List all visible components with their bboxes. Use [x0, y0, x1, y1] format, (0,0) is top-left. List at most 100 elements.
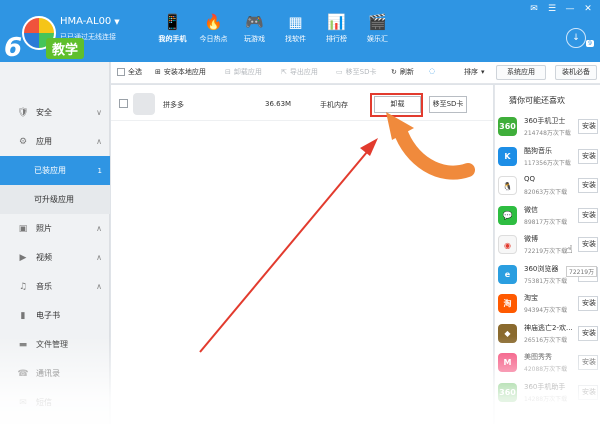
sidebar-item-file-manager[interactable]: ▬ 文件管理	[0, 330, 110, 359]
nav-label: 今日热点	[199, 35, 228, 43]
list-item[interactable]: 💬 微信 89817万次下载 安装	[494, 203, 598, 230]
app-icon: M	[498, 353, 517, 372]
row-checkbox[interactable]	[119, 99, 128, 108]
tooltip: 72219万	[566, 266, 598, 277]
list-item[interactable]: ◆ 神庙逃亡2-欢... 26516万次下载 安装	[494, 321, 598, 348]
sidebar-item-apps[interactable]: ⚙ 应用 ∧	[0, 127, 110, 156]
move-to-sd-button[interactable]: ▭ 移至SD卡	[336, 67, 376, 77]
message-icon[interactable]: ✉	[528, 4, 540, 14]
music-note-icon: ♫	[18, 281, 28, 292]
video-icon: ▶	[19, 252, 27, 263]
download-count: 82063万次下载	[524, 189, 568, 196]
app-icon: e	[498, 264, 517, 284]
nav-label: 玩游戏	[244, 35, 265, 43]
uninstall-apps-button[interactable]: ⊟ 卸载应用	[225, 67, 262, 77]
app-icon: 淘	[498, 294, 517, 313]
nav-rankings[interactable]: 📊 排行榜	[316, 12, 357, 44]
nav-entertainment[interactable]: 🎬 娱乐汇	[357, 12, 398, 44]
flame-icon: 🔥	[204, 13, 223, 31]
app-name: 酷狗音乐	[524, 146, 552, 155]
system-apps-button[interactable]: 系统应用	[496, 65, 546, 80]
sidebar-item-ebooks[interactable]: ▮ 电子书	[0, 301, 110, 330]
move-to-sd-label: 移至SD卡	[345, 68, 377, 76]
app-icon	[133, 93, 155, 115]
export-apps-button[interactable]: ⇱ 导出应用	[281, 67, 318, 77]
loading-spinner-icon: ◌	[429, 67, 436, 75]
nav-games[interactable]: 🎮 玩游戏	[234, 12, 275, 44]
list-item[interactable]: 🐧 QQ 82063万次下载 安装	[494, 173, 598, 200]
download-count: 42088万次下载	[524, 366, 568, 373]
install-button[interactable]: 安装	[578, 355, 598, 370]
app-icon: ◉	[498, 235, 517, 254]
install-button[interactable]: 安装	[578, 296, 598, 311]
download-count: 72219万次下载	[524, 248, 568, 255]
chevron-up-icon: ∧	[96, 282, 102, 291]
minimize-icon[interactable]: —	[564, 4, 576, 14]
sidebar-item-label: 照片	[36, 224, 52, 233]
sidebar-item-photos[interactable]: ▣ 照片 ∧	[0, 214, 110, 243]
nav-hot-today[interactable]: 🔥 今日热点	[193, 12, 234, 44]
app-name: 360手机助手	[524, 382, 566, 391]
menu-icon[interactable]: ☰	[546, 4, 558, 14]
phone-icon: 📱	[163, 13, 182, 31]
sidebar-item-installed-apps[interactable]: 已装应用 1	[0, 156, 110, 185]
app-name: 淘宝	[524, 294, 538, 302]
sidebar-item-label: 电子书	[36, 311, 60, 320]
chevron-down-icon: ∨	[96, 108, 102, 117]
sidebar-item-videos[interactable]: ▶ 视频 ∧	[0, 243, 110, 272]
checkbox-icon	[117, 68, 125, 76]
app-name: 拼多多	[163, 101, 184, 109]
download-count: 117356万次下载	[524, 159, 571, 167]
watermark-tag: 教学	[46, 38, 85, 59]
list-item[interactable]: K 酷狗音乐 117356万次下载 安装	[494, 144, 598, 171]
device-name[interactable]: HMA-AL00 ▼	[60, 16, 120, 27]
sidebar-item-sms[interactable]: ✉ 短信	[0, 388, 110, 417]
app-name: 微博	[524, 235, 538, 243]
install-button[interactable]: 安装	[578, 325, 598, 341]
sidebar-item-label: 文件管理	[36, 340, 68, 349]
plus-icon: ⊞	[155, 68, 161, 76]
refresh-label: 刷新	[399, 68, 414, 76]
nav-software[interactable]: ▦ 找软件	[275, 12, 316, 44]
sidebar-item-music[interactable]: ♫ 音乐 ∧	[0, 272, 110, 301]
download-count: 26516万次下载	[524, 336, 568, 344]
install-local-button[interactable]: ⊞ 安装本地应用	[155, 67, 206, 77]
install-button[interactable]: 安装	[578, 178, 598, 193]
select-all-checkbox[interactable]: 全选	[117, 67, 142, 77]
move-to-sd-button[interactable]: 移至SD卡	[429, 96, 467, 113]
essentials-button[interactable]: 装机必备	[555, 65, 597, 80]
sidebar-item-security[interactable]: 🛡 安全 ∨	[0, 98, 110, 127]
download-count: 214748万次下载	[524, 130, 571, 137]
install-button[interactable]: 安装	[578, 207, 598, 223]
hand-cursor-icon: ☝	[566, 243, 573, 256]
list-item[interactable]: ◉ 微博 72219万次下载 安装	[494, 232, 598, 259]
list-item[interactable]: M 美图秀秀 42088万次下载 安装	[494, 350, 598, 377]
sort-dropdown[interactable]: 排序 ▾	[464, 67, 485, 77]
download-manager-button[interactable]: ↓	[566, 28, 586, 48]
highlight-box	[370, 93, 423, 117]
download-count: 75381万次下载	[524, 277, 568, 285]
app-size: 36.63M	[265, 100, 292, 108]
bar-chart-icon: 📊	[327, 13, 346, 31]
install-button[interactable]: 安装	[578, 148, 598, 164]
chevron-down-icon[interactable]: ▼	[114, 18, 119, 26]
sidebar-item-contacts[interactable]: ☎ 通讯录	[0, 359, 110, 388]
nav-my-phone[interactable]: 📱 我的手机	[152, 12, 193, 44]
table-row[interactable]: 拼多多 36.63M 手机内存 卸载 移至SD卡	[111, 87, 493, 121]
close-icon[interactable]: ✕	[582, 4, 594, 14]
nav-label: 排行榜	[326, 35, 347, 43]
app-toolbar: 全选 ⊞ 安装本地应用 ⊟ 卸载应用 ⇱ 导出应用 ▭ 移至SD卡 ↻ 刷新 ◌…	[111, 62, 600, 84]
install-button[interactable]: 安装	[578, 384, 598, 400]
install-button[interactable]: 安装	[578, 119, 598, 134]
app-icon: K	[498, 146, 517, 166]
list-item[interactable]: 淘淘宝 94394万次下载 安装	[494, 291, 598, 318]
list-item[interactable]: 360 360手机卫士 214748万次下载 安装	[494, 114, 598, 141]
sidebar-item-label: 可升级应用	[34, 195, 74, 204]
refresh-button[interactable]: ↻ 刷新	[391, 67, 414, 77]
list-item[interactable]: 360 360手机助手 14288万次下载 安装	[494, 380, 598, 407]
watermark-logo: 6 教学	[0, 34, 100, 62]
install-button[interactable]: 安装	[578, 237, 598, 252]
install-local-label: 安装本地应用	[163, 68, 206, 76]
sidebar-item-upgradable-apps[interactable]: 可升级应用	[0, 185, 110, 214]
app-name: 360手机卫士	[524, 117, 566, 125]
